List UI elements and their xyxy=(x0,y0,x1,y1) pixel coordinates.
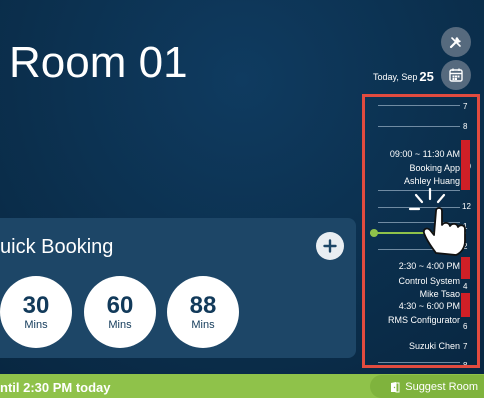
booking-time: 09:00 ~ 11:30 AM xyxy=(389,149,460,159)
door-icon xyxy=(391,381,400,392)
quick-book-88-button[interactable]: 88 Mins xyxy=(167,276,239,348)
timeline-hour: 7 xyxy=(463,102,468,111)
date-label: Today, Sep 25 xyxy=(373,68,434,86)
calendar-icon xyxy=(449,68,463,82)
date-day: 25 xyxy=(419,69,434,85)
booking-block[interactable] xyxy=(461,257,470,279)
timeline-gridline xyxy=(378,126,460,127)
room-title: Room 01 xyxy=(9,38,188,87)
timeline-hour: 8 xyxy=(463,361,468,370)
suggest-room-button[interactable]: Suggest Room xyxy=(370,375,484,398)
booking-block[interactable] xyxy=(461,140,470,190)
tap-hand-icon xyxy=(408,187,466,256)
timeline-hour: 7 xyxy=(463,342,468,351)
quick-book-88-unit: Mins xyxy=(191,318,215,331)
booking-time: 4:30 ~ 6:00 PM xyxy=(398,301,460,311)
quick-book-30-button[interactable]: 30 Mins xyxy=(0,276,72,348)
timeline-gridline xyxy=(378,362,460,363)
quick-book-30-unit: Mins xyxy=(24,318,48,331)
booking-block[interactable] xyxy=(461,293,470,317)
booking-time: 2:30 ~ 4:00 PM xyxy=(398,261,460,271)
timeline-hour: 6 xyxy=(463,322,468,331)
room-panel-screen: Room 01 Today, Sep 25 uick Booking 30 Mi… xyxy=(0,0,484,398)
quick-book-60-value: 60 xyxy=(106,291,134,319)
booking-host: Suzuki Chen xyxy=(408,341,460,351)
add-booking-button[interactable] xyxy=(316,232,344,260)
plus-icon xyxy=(323,239,337,253)
calendar-button[interactable] xyxy=(441,60,471,90)
quick-booking-title: uick Booking xyxy=(0,236,114,258)
settings-button[interactable] xyxy=(441,27,471,57)
suggest-room-label: Suggest Room xyxy=(405,380,478,393)
booking-title: RMS Configurator xyxy=(387,315,460,325)
availability-status-text: ntil 2:30 PM today xyxy=(0,380,111,395)
quick-book-60-unit: Mins xyxy=(108,318,132,331)
quick-book-30-value: 30 xyxy=(22,291,50,319)
timeline-gridline xyxy=(378,105,460,106)
booking-title: Control System xyxy=(398,276,460,286)
current-time-marker xyxy=(370,229,378,237)
date-prefix: Today, Sep xyxy=(373,71,418,82)
booking-host: Mike Tsao xyxy=(419,289,460,299)
tools-icon xyxy=(449,37,461,49)
booking-title: Booking App xyxy=(409,163,460,173)
quick-book-88-value: 88 xyxy=(189,291,217,319)
timeline-hour: 8 xyxy=(463,122,468,131)
timeline-hour: 4 xyxy=(463,282,468,291)
quick-book-60-button[interactable]: 60 Mins xyxy=(84,276,156,348)
